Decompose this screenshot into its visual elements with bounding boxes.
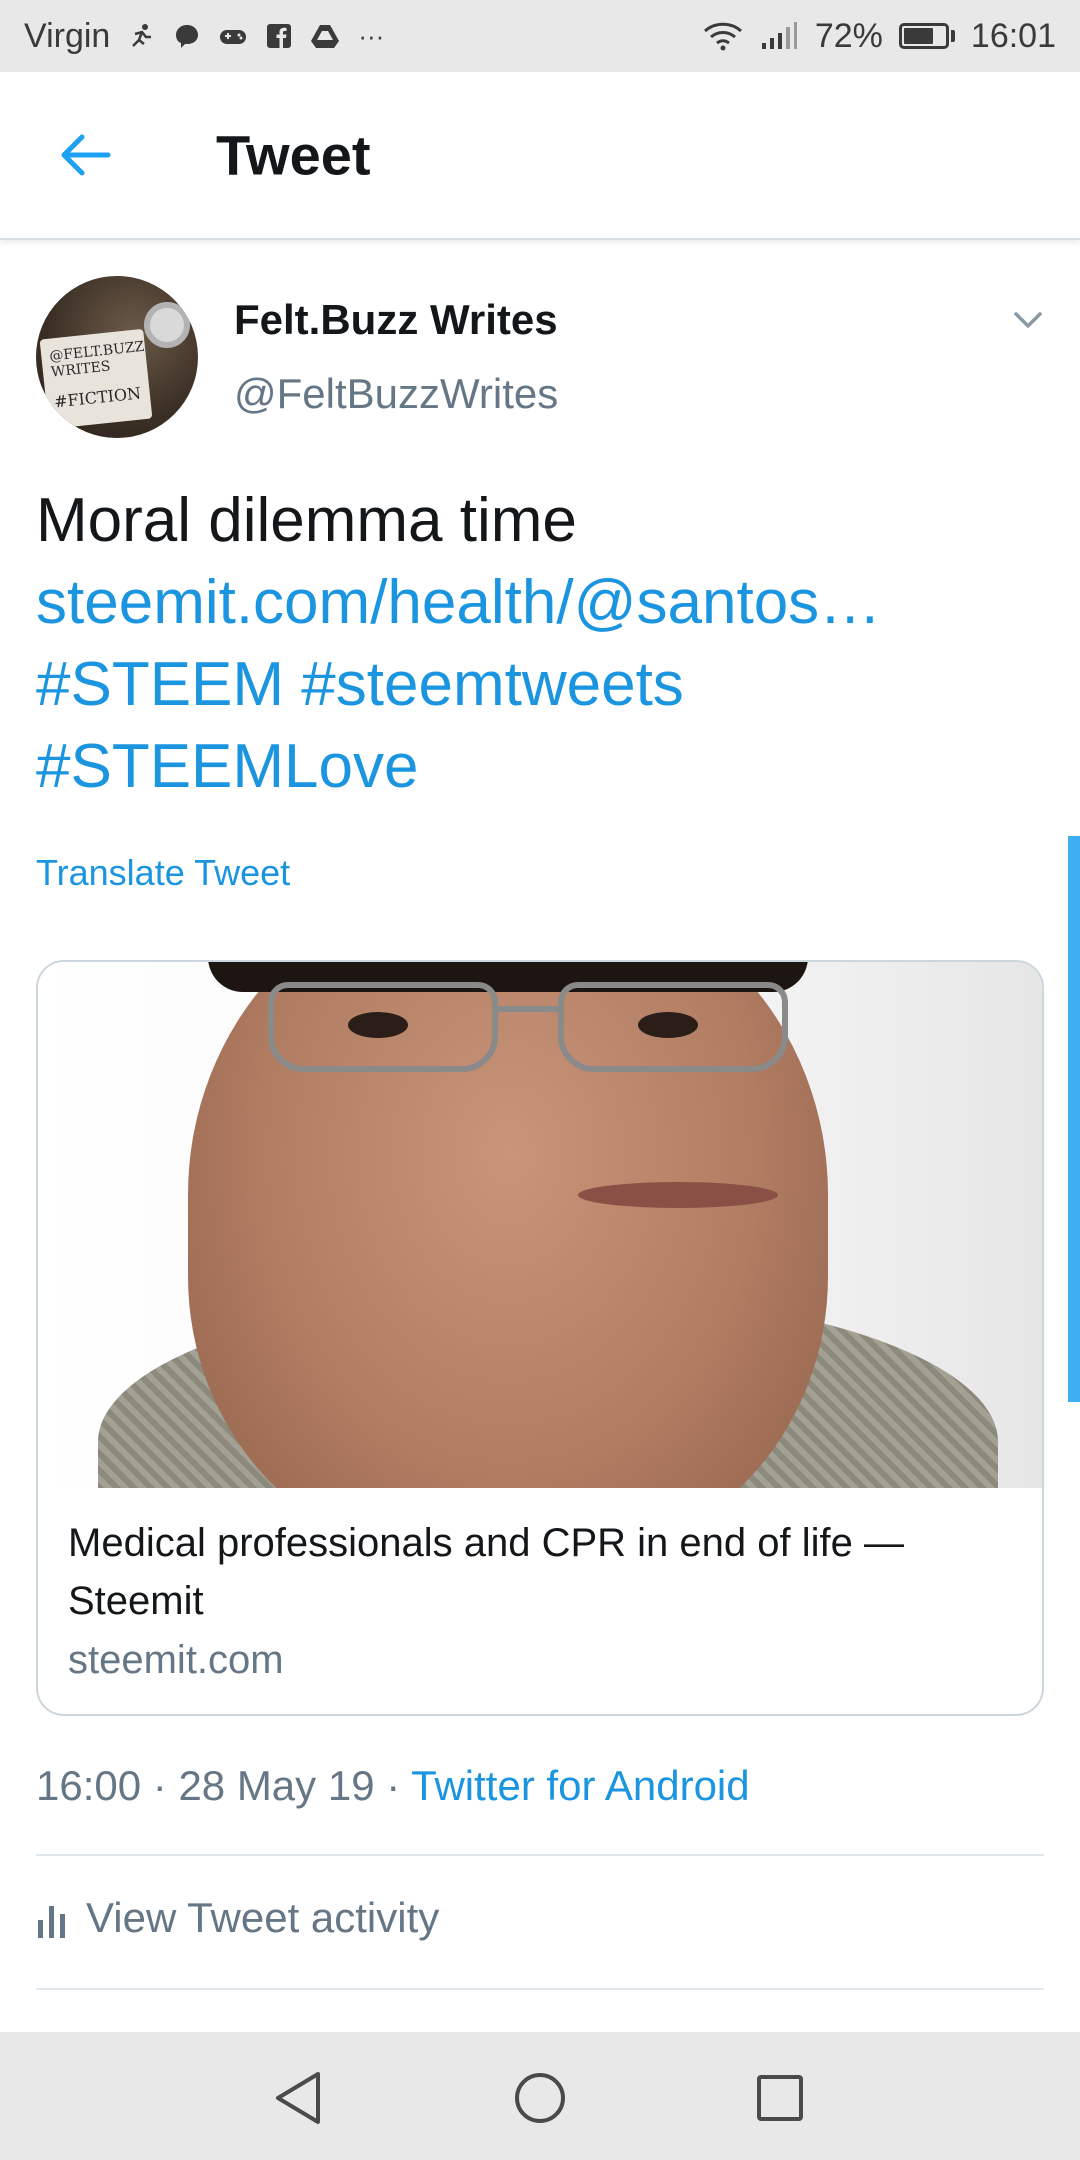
tweet-date: 28 May 19	[178, 1762, 375, 1809]
status-right: 72% 16:01	[703, 17, 1056, 56]
triangle-back-icon	[276, 2072, 320, 2124]
meta-separator: ·	[374, 1762, 412, 1809]
overflow-icon: ···	[358, 20, 385, 51]
card-domain: steemit.com	[68, 1638, 284, 1682]
avatar[interactable]: @FELT.BUZZ WRITES #FICTION	[36, 276, 198, 438]
more-options-button[interactable]	[1010, 302, 1046, 338]
tweet-time: 16:00	[36, 1762, 142, 1809]
chevron-down-icon	[1014, 312, 1042, 328]
link-card[interactable]: Medical professionals and CPR in end of …	[36, 960, 1044, 1716]
translate-tweet-link[interactable]: Translate Tweet	[36, 852, 290, 894]
carrier-label: Virgin	[24, 16, 111, 55]
divider	[36, 1988, 1044, 1990]
app-bar: Tweet	[0, 72, 1080, 240]
card-title: Medical professionals and CPR in end of …	[68, 1521, 904, 1623]
tweet-hashtags[interactable]: #STEEM #steemtweets	[36, 644, 1036, 726]
square-recents-icon	[757, 2075, 803, 2121]
wifi-icon	[703, 21, 743, 51]
battery-icon	[898, 23, 955, 49]
scroll-indicator[interactable]	[1068, 836, 1080, 1402]
display-name[interactable]: Felt.Buzz Writes	[234, 296, 558, 344]
tweet-meta: 16:00 · 28 May 19 · Twitter for Android	[36, 1762, 750, 1810]
nav-home-button[interactable]	[512, 2070, 568, 2126]
status-left: Virgin ···	[24, 17, 386, 56]
nav-recents-button[interactable]	[752, 2070, 808, 2126]
avatar-cup	[144, 302, 190, 348]
signal-icon	[759, 21, 799, 51]
drive-icon	[310, 21, 340, 51]
nav-back-button[interactable]	[270, 2070, 326, 2126]
messenger-icon	[172, 21, 202, 51]
view-tweet-activity-button[interactable]: View Tweet activity	[36, 1894, 439, 1942]
card-image	[38, 962, 1042, 1488]
game-controller-icon	[218, 21, 248, 51]
avatar-note-line: #FICTION	[53, 383, 142, 412]
runner-icon	[126, 21, 156, 51]
tweet-hashtag[interactable]: #STEEMLove	[36, 726, 1036, 808]
user-handle[interactable]: @FeltBuzzWrites	[234, 370, 558, 418]
battery-percent: 72%	[814, 16, 883, 55]
tweet-text: Moral dilemma time steemit.com/health/@s…	[36, 480, 1036, 808]
activity-label: View Tweet activity	[86, 1894, 440, 1941]
tweet-text-line: Moral dilemma time	[36, 486, 577, 555]
divider	[36, 1854, 1044, 1856]
facebook-icon	[264, 21, 294, 51]
tweet-link[interactable]: steemit.com/health/@santos…	[36, 562, 1036, 644]
page-title: Tweet	[216, 123, 371, 187]
status-bar: Virgin ··· 72% 16:01	[0, 0, 1080, 72]
circle-home-icon	[515, 2073, 565, 2123]
avatar-note: @FELT.BUZZ WRITES #FICTION	[39, 328, 153, 430]
navigation-bar	[0, 2032, 1080, 2160]
meta-separator: ·	[141, 1762, 179, 1809]
tweet-source[interactable]: Twitter for Android	[411, 1762, 749, 1809]
back-arrow-icon	[61, 134, 111, 176]
bar-chart-icon	[36, 1898, 68, 1938]
card-body: Medical professionals and CPR in end of …	[38, 1488, 1042, 1688]
back-button[interactable]	[52, 122, 118, 188]
clock: 16:01	[970, 16, 1056, 55]
